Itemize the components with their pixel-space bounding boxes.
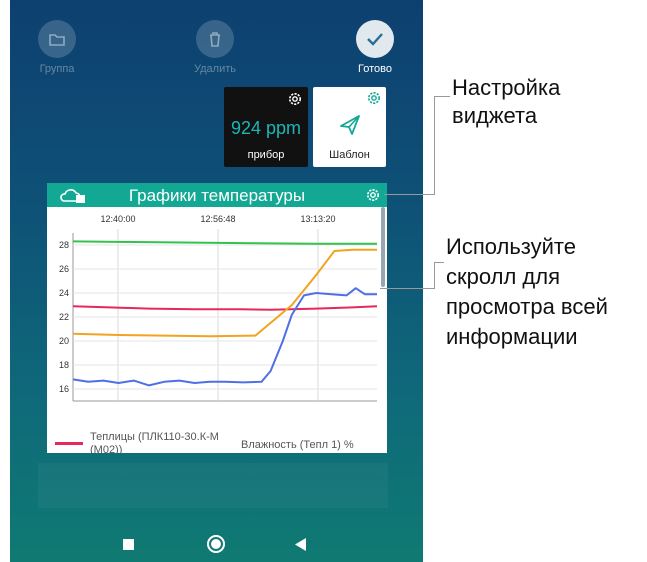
legend-swatch (55, 442, 83, 445)
y-tick-label: 26 (59, 264, 69, 274)
callout-connector (434, 262, 435, 289)
temperature-chart-widget[interactable]: Графики температуры 12:40:00 12:56:48 13:1… (47, 183, 387, 453)
phone-screen: Группа Удалить Готово 924 ppm прибор Шаб… (10, 0, 423, 562)
callout-connector (384, 194, 434, 195)
callout-line: скролл для (446, 264, 560, 289)
callout-settings: Настройка виджета (452, 74, 560, 130)
series-line (72, 305, 378, 311)
home-icon[interactable] (206, 534, 226, 554)
folder-icon (49, 34, 65, 46)
send-icon (340, 115, 360, 135)
widget-title: Графики температуры (128, 186, 306, 205)
navigation-bar (10, 510, 423, 562)
widget-scrollbar[interactable] (381, 207, 385, 287)
template-widget-tile[interactable]: Шаблон (313, 87, 386, 167)
y-tick-label: 20 (59, 336, 69, 346)
legend-series-b: Влажность (Тепл 1) % (241, 439, 354, 451)
done-label: Готово (358, 63, 392, 75)
delete-button[interactable] (196, 20, 234, 58)
callout-line: информации (446, 324, 578, 349)
delete-label: Удалить (194, 63, 236, 75)
callout-connector (380, 288, 434, 289)
y-tick-label: 22 (59, 312, 69, 322)
callout-connector (434, 96, 450, 97)
x-tick-label: 12:40:00 (100, 214, 135, 224)
y-tick-label: 18 (59, 360, 69, 370)
template-label: Шаблон (329, 149, 370, 161)
legend-series-a: Теплицы (ПЛК110-30.К-М (М02)) (90, 431, 219, 453)
callout-line: просмотра всей (446, 294, 608, 319)
gear-icon[interactable] (366, 90, 382, 106)
trash-icon (210, 32, 220, 47)
callout-scroll: Используйте скролл для просмотра всей ин… (446, 232, 608, 352)
series-line (72, 240, 377, 245)
y-tick-label: 16 (59, 384, 69, 394)
widget-header: Графики температуры (47, 183, 387, 207)
callout-connector (434, 262, 444, 263)
group-button[interactable] (38, 20, 76, 58)
back-icon[interactable] (295, 538, 307, 551)
device-value: 924 ppm (230, 118, 302, 138)
x-tick-label: 12:56:48 (200, 214, 235, 224)
device-widget-tile[interactable]: 924 ppm прибор (224, 87, 308, 167)
group-label: Группа (39, 63, 75, 75)
callout-line: Используйте (446, 234, 576, 259)
recents-icon[interactable] (123, 539, 134, 550)
x-tick-label: 13:13:20 (300, 214, 335, 224)
callout-line: Настройка (452, 75, 561, 100)
checkmark-icon (367, 33, 383, 46)
line-chart: 12:40:00 12:56:48 13:13:20 28 26 24 22 20 18 16 (59, 214, 378, 402)
callout-line: виджета (452, 103, 538, 128)
bottom-panel (38, 463, 388, 508)
gear-icon[interactable] (287, 91, 303, 107)
y-tick-label: 24 (59, 288, 69, 298)
gear-icon[interactable] (365, 187, 381, 203)
callout-connector (434, 96, 435, 195)
done-button[interactable] (356, 20, 394, 58)
y-tick-label: 28 (59, 240, 69, 250)
device-label: прибор (247, 149, 285, 161)
